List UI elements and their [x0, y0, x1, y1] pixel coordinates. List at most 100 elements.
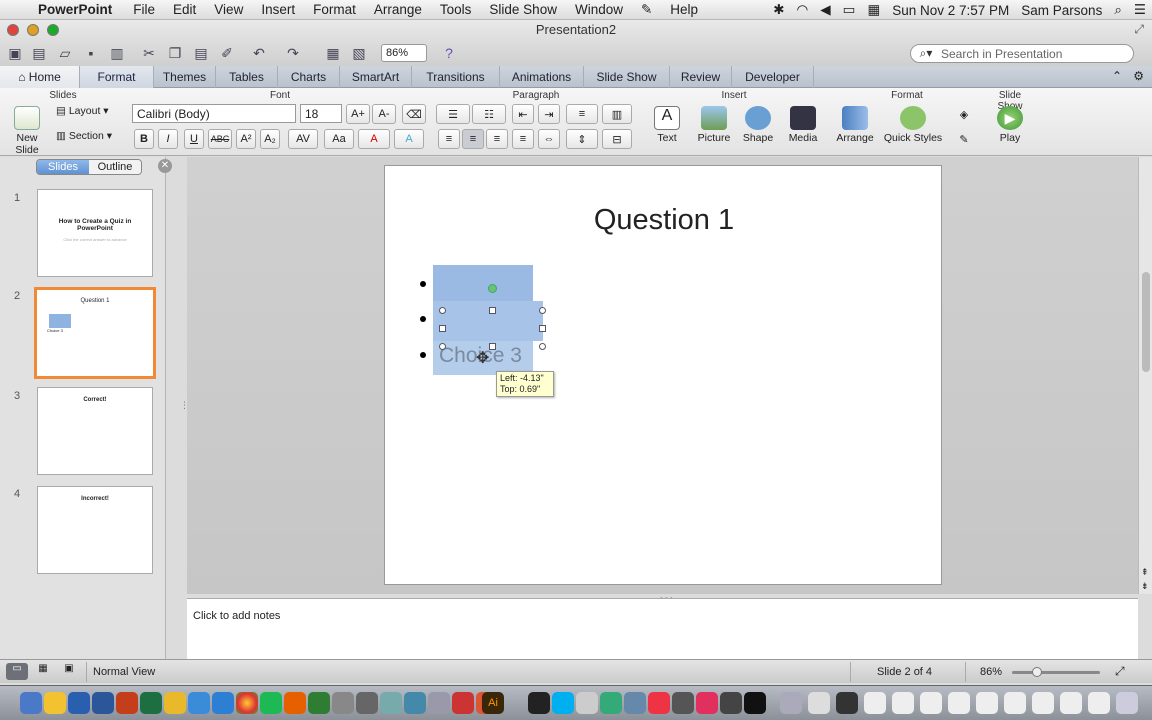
text-direction-button[interactable]: ⇕: [566, 129, 598, 149]
tab-format[interactable]: Format: [80, 65, 154, 88]
format-painter-icon[interactable]: ✐: [216, 43, 238, 63]
bold-button[interactable]: B: [134, 129, 154, 149]
menu-tools[interactable]: Tools: [431, 2, 481, 17]
layout-button[interactable]: ▤ Layout ▾: [56, 105, 122, 117]
resize-handle[interactable]: [489, 307, 496, 314]
fit-window-icon[interactable]: ⤢: [1115, 664, 1125, 679]
menu-file[interactable]: File: [124, 2, 164, 17]
line-spacing-button[interactable]: ≡: [566, 104, 598, 124]
resize-handle[interactable]: [539, 325, 546, 332]
text-effects-button[interactable]: A: [394, 129, 424, 149]
fill-color-button[interactable]: ◈: [950, 104, 978, 124]
itunes-icon[interactable]: [696, 692, 718, 714]
document-icon[interactable]: [808, 692, 830, 714]
resize-handle[interactable]: [539, 343, 546, 350]
slide-thumbnail-4[interactable]: Incorrect!: [37, 486, 153, 574]
menu-format[interactable]: Format: [304, 2, 365, 17]
play-button[interactable]: ▶ Play: [988, 106, 1032, 144]
new-slide-button[interactable]: New Slide: [4, 106, 50, 156]
app-icon[interactable]: [164, 692, 186, 714]
menu-window[interactable]: Window: [566, 2, 632, 17]
app-icon[interactable]: [452, 692, 474, 714]
menu-arrange[interactable]: Arrange: [365, 2, 431, 17]
selected-shape-2[interactable]: [433, 301, 543, 341]
ribbon-settings-icon[interactable]: ⚙: [1133, 69, 1144, 83]
tab-themes[interactable]: Themes: [154, 65, 216, 88]
bluetooth-icon[interactable]: ✱: [767, 2, 790, 18]
tab-home[interactable]: ⌂ Home: [0, 65, 80, 88]
notes-pane[interactable]: Click to add notes: [187, 598, 1138, 659]
redo-icon[interactable]: ↷: [282, 43, 304, 63]
spotify-icon[interactable]: [260, 692, 282, 714]
slide-canvas[interactable]: Question 1 Choice 3 ✥ Left: -4.13" Top: …: [384, 165, 942, 585]
vertical-scrollbar[interactable]: ⇞ ⇟: [1138, 157, 1152, 594]
align-left-button[interactable]: ≡: [438, 129, 460, 149]
finder-icon[interactable]: [20, 692, 42, 714]
notifications-icon[interactable]: ☰: [1128, 2, 1152, 18]
clear-format-button[interactable]: ⌫: [402, 104, 426, 124]
app-icon[interactable]: [672, 692, 694, 714]
skype-icon[interactable]: [552, 692, 574, 714]
tab-developer[interactable]: Developer: [732, 65, 814, 88]
app-icon[interactable]: [356, 692, 378, 714]
align-text-button[interactable]: ⊟: [602, 129, 632, 149]
document-icon[interactable]: [892, 692, 914, 714]
trash-icon[interactable]: [1116, 692, 1138, 714]
resize-handle[interactable]: [439, 307, 446, 314]
save-icon[interactable]: ▪: [80, 43, 102, 63]
close-panel-icon[interactable]: ✕: [158, 159, 172, 173]
script-icon[interactable]: ✎: [632, 2, 661, 18]
justify-button[interactable]: ≡: [512, 129, 534, 149]
search-input[interactable]: ⌕▾ Search in Presentation: [910, 44, 1134, 63]
menu-view[interactable]: View: [205, 2, 252, 17]
slide-title[interactable]: Question 1: [385, 204, 943, 237]
rotation-handle[interactable]: [488, 284, 497, 293]
open-icon[interactable]: ▱: [54, 43, 76, 63]
resize-handle[interactable]: [489, 343, 496, 350]
menu-edit[interactable]: Edit: [164, 2, 205, 17]
document-icon[interactable]: [1032, 692, 1054, 714]
font-size-field[interactable]: 18: [300, 104, 342, 123]
battery-icon[interactable]: ▭: [837, 2, 862, 18]
app-icon[interactable]: [68, 692, 90, 714]
document-icon[interactable]: [1088, 692, 1110, 714]
zoom-slider-knob[interactable]: [1031, 667, 1042, 677]
app-icon[interactable]: [212, 692, 234, 714]
app-icon[interactable]: [624, 692, 646, 714]
app-icon[interactable]: [188, 692, 210, 714]
tab-animations[interactable]: Animations: [500, 65, 584, 88]
fullscreen-icon[interactable]: ⤢: [1134, 22, 1144, 37]
slideshow-icon[interactable]: ▧: [348, 43, 370, 63]
selected-shape-1[interactable]: [433, 265, 533, 301]
tab-smartart[interactable]: SmartArt: [340, 65, 412, 88]
zoom-slider[interactable]: [1012, 667, 1100, 677]
numbering-button[interactable]: ☷: [472, 104, 506, 124]
app-icon[interactable]: [576, 692, 598, 714]
tab-tables[interactable]: Tables: [216, 65, 278, 88]
grow-font-button[interactable]: A+: [346, 104, 370, 124]
underline-button[interactable]: U: [184, 129, 204, 149]
menu-help[interactable]: Help: [661, 2, 707, 17]
decrease-indent-button[interactable]: ⇤: [512, 104, 534, 124]
clock[interactable]: Sun Nov 2 7:57 PM: [886, 3, 1015, 18]
text-box-button[interactable]: A Text: [646, 106, 688, 144]
spacing-button[interactable]: AV: [288, 129, 318, 149]
distribute-button[interactable]: ⇔: [538, 129, 560, 149]
quick-styles-button[interactable]: Quick Styles: [882, 106, 944, 144]
document-icon[interactable]: [836, 692, 858, 714]
zoom-field[interactable]: 86%: [381, 44, 427, 62]
activity-monitor-icon[interactable]: [528, 692, 550, 714]
slide-sorter-icon[interactable]: ▦: [322, 43, 344, 63]
document-icon[interactable]: [864, 692, 886, 714]
superscript-button[interactable]: A²: [236, 129, 256, 149]
word-icon[interactable]: [92, 692, 114, 714]
arrange-button[interactable]: Arrange: [832, 106, 878, 144]
tab-transitions[interactable]: Transitions: [412, 65, 500, 88]
strikethrough-button[interactable]: ABC: [208, 129, 232, 149]
line-color-button[interactable]: ✎: [950, 129, 978, 149]
collapse-ribbon-icon[interactable]: ⌃: [1112, 69, 1122, 83]
resize-handle[interactable]: [439, 343, 446, 350]
shape-button[interactable]: Shape: [738, 106, 778, 144]
tab-charts[interactable]: Charts: [278, 65, 340, 88]
app-icon[interactable]: [44, 692, 66, 714]
